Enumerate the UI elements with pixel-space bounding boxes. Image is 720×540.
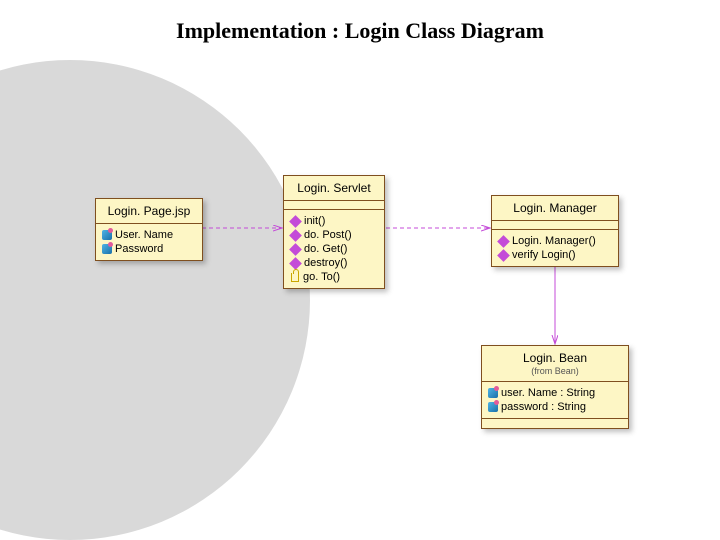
attribute-label: password : String <box>501 401 586 413</box>
attributes-section: user. Name : String password : String <box>482 381 628 418</box>
operation-label: verify Login() <box>512 249 576 261</box>
operation-label: do. Get() <box>304 243 347 255</box>
operation-row: go. To() <box>290 270 378 284</box>
operation-row: Login. Manager() <box>498 234 612 248</box>
attribute-row: Password <box>102 242 196 256</box>
operation-icon <box>289 243 302 256</box>
empty-operations <box>482 418 628 428</box>
operation-label: do. Post() <box>304 229 352 241</box>
operation-row: init() <box>290 214 378 228</box>
operation-icon <box>289 257 302 270</box>
operation-row: verify Login() <box>498 248 612 262</box>
attribute-icon <box>488 388 498 398</box>
operation-icon <box>289 229 302 242</box>
operation-icon <box>497 235 510 248</box>
operations-section: Login. Manager() verify Login() <box>492 229 618 266</box>
operation-label: Login. Manager() <box>512 235 596 247</box>
attribute-icon <box>488 402 498 412</box>
attribute-label: User. Name <box>115 229 173 241</box>
class-from: (from Bean) <box>486 366 624 376</box>
class-name: Login. Servlet <box>284 176 384 200</box>
diagram-canvas: Login. Page.jsp User. Name Password Logi… <box>0 0 720 540</box>
lock-icon <box>291 273 299 282</box>
attribute-label: Password <box>115 243 163 255</box>
class-name: Login. Page.jsp <box>96 199 202 223</box>
class-login-page: Login. Page.jsp User. Name Password <box>95 198 203 261</box>
attribute-row: user. Name : String <box>488 386 622 400</box>
operations-section: init() do. Post() do. Get() destroy() go… <box>284 209 384 288</box>
attribute-row: User. Name <box>102 228 196 242</box>
operation-icon <box>497 249 510 262</box>
attribute-label: user. Name : String <box>501 387 595 399</box>
empty-attributes <box>284 200 384 209</box>
empty-attributes <box>492 220 618 229</box>
attribute-icon <box>102 230 112 240</box>
attribute-icon <box>102 244 112 254</box>
class-login-manager: Login. Manager Login. Manager() verify L… <box>491 195 619 267</box>
operation-row: do. Get() <box>290 242 378 256</box>
operation-label: init() <box>304 215 325 227</box>
operation-row: do. Post() <box>290 228 378 242</box>
operation-label: go. To() <box>303 271 340 283</box>
attribute-row: password : String <box>488 400 622 414</box>
class-name: Login. Manager <box>492 196 618 220</box>
operation-icon <box>289 215 302 228</box>
operation-label: destroy() <box>304 257 347 269</box>
operation-row: destroy() <box>290 256 378 270</box>
class-header: Login. Bean (from Bean) <box>482 346 628 381</box>
class-name: Login. Bean <box>486 351 624 365</box>
attributes-section: User. Name Password <box>96 223 202 260</box>
class-login-servlet: Login. Servlet init() do. Post() do. Get… <box>283 175 385 289</box>
class-login-bean: Login. Bean (from Bean) user. Name : Str… <box>481 345 629 429</box>
